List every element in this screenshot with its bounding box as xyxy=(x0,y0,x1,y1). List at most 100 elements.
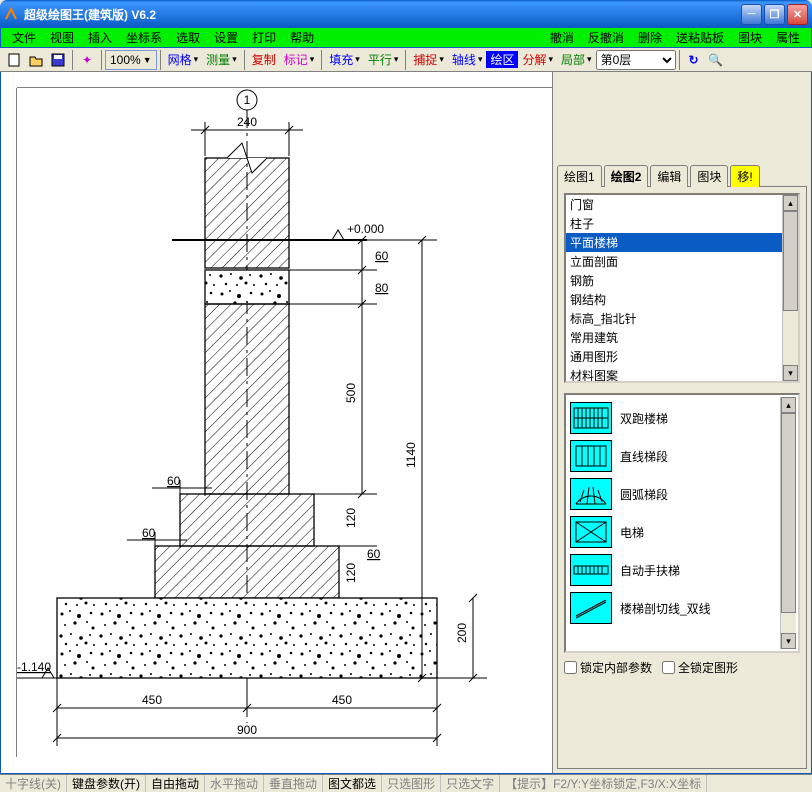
category-item[interactable]: 通用图形 xyxy=(566,347,798,366)
scroll-thumb[interactable] xyxy=(783,211,798,311)
tool-item[interactable]: 楼梯剖切线_双线 xyxy=(568,589,780,627)
svg-text:450: 450 xyxy=(142,693,162,707)
tool-item[interactable]: 电梯 xyxy=(568,513,780,551)
svg-text:60: 60 xyxy=(375,249,389,263)
scroll-down-icon[interactable]: ▾ xyxy=(781,633,796,649)
measure-dropdown[interactable]: 测量▾ xyxy=(202,50,241,70)
app-icon xyxy=(4,7,18,21)
grid-dropdown[interactable]: 网格▾ xyxy=(164,50,203,70)
scroll-thumb[interactable] xyxy=(781,413,796,613)
category-item[interactable]: 立面剖面 xyxy=(566,252,798,271)
mark-dropdown[interactable]: 标记▾ xyxy=(280,50,319,70)
refresh-icon[interactable]: ↻ xyxy=(685,51,703,69)
titlebar: 超级绘图王(建筑版) V6.2 ─ ❐ ✕ xyxy=(0,0,812,28)
tool-palette: 双跑楼梯直线梯段圆弧梯段电梯自动手扶梯楼梯剖切线_双线 ▴ ▾ xyxy=(564,393,800,653)
tool-item[interactable]: 自动手扶梯 xyxy=(568,551,780,589)
status-item[interactable]: 键盘参数(开) xyxy=(67,775,146,792)
svg-text:240: 240 xyxy=(237,115,257,129)
menu-select[interactable]: 选取 xyxy=(169,29,207,46)
copy-btn[interactable]: 复制 xyxy=(248,51,280,68)
svg-text:60: 60 xyxy=(142,526,156,540)
zoom-dropdown[interactable]: 100%▼ xyxy=(105,50,157,70)
tool-item[interactable]: 直线梯段 xyxy=(568,437,780,475)
parallel-dropdown[interactable]: 平行▾ xyxy=(364,50,403,70)
menu-block[interactable]: 图块 xyxy=(731,29,769,46)
category-item[interactable]: 材料图案 xyxy=(566,366,798,383)
lock-all-checkbox[interactable]: 全锁定图形 xyxy=(662,659,738,676)
close-button[interactable]: ✕ xyxy=(787,4,808,25)
tool-scrollbar[interactable]: ▴ ▾ xyxy=(780,397,796,649)
status-item[interactable]: 图文都选 xyxy=(323,775,382,792)
tool-item[interactable]: 圆弧梯段 xyxy=(568,475,780,513)
category-item[interactable]: 常用建筑 xyxy=(566,328,798,347)
partial-dropdown[interactable]: 局部▾ xyxy=(557,50,596,70)
category-item[interactable]: 柱子 xyxy=(566,214,798,233)
svg-text:120: 120 xyxy=(344,508,358,528)
search-icon[interactable]: 🔍 xyxy=(707,51,725,69)
tool-label: 自动手扶梯 xyxy=(620,562,680,579)
category-item[interactable]: 钢结构 xyxy=(566,290,798,309)
right-panel: 绘图1 绘图2 编辑 图块 移! 门窗柱子平面楼梯立面剖面钢筋钢结构标高_指北针… xyxy=(553,72,811,773)
status-item[interactable]: 十字线(关) xyxy=(0,775,67,792)
category-item[interactable]: 平面楼梯 xyxy=(566,233,798,252)
status-item[interactable]: 水平拖动 xyxy=(205,775,264,792)
snap-dropdown[interactable]: 捕捉▾ xyxy=(409,50,448,70)
menu-settings[interactable]: 设置 xyxy=(207,29,245,46)
tool-label: 电梯 xyxy=(620,524,644,541)
list-scrollbar[interactable]: ▴ ▾ xyxy=(782,195,798,381)
status-item[interactable]: 垂直拖动 xyxy=(264,775,323,792)
category-list[interactable]: 门窗柱子平面楼梯立面剖面钢筋钢结构标高_指北针常用建筑通用图形材料图案厨卫设施施… xyxy=(564,193,800,383)
status-item[interactable]: 【提示】F2/Y:Y坐标锁定,F3/X:X坐标 xyxy=(500,775,707,792)
fill-dropdown[interactable]: 填充▾ xyxy=(325,50,364,70)
menu-delete[interactable]: 删除 xyxy=(631,29,669,46)
svg-text:1: 1 xyxy=(244,93,251,107)
toolbar: ✦ 100%▼ 网格▾ 测量▾ 复制 标记▾ 填充▾ 平行▾ 捕捉▾ 轴线▾ 绘… xyxy=(0,48,812,72)
scroll-up-icon[interactable]: ▴ xyxy=(783,195,798,211)
tool-label: 圆弧梯段 xyxy=(620,486,668,503)
scroll-down-icon[interactable]: ▾ xyxy=(783,365,798,381)
menu-help[interactable]: 帮助 xyxy=(283,29,321,46)
layer-select[interactable]: 第0层 xyxy=(596,50,676,70)
stair-cut-icon xyxy=(570,592,612,624)
ruler-v xyxy=(1,88,17,757)
save-icon[interactable] xyxy=(49,51,67,69)
minimize-button[interactable]: ─ xyxy=(741,4,762,25)
decompose-dropdown[interactable]: 分解▾ xyxy=(518,50,557,70)
canvas-area[interactable]: 1 240 xyxy=(1,72,553,773)
panel-tabs: 绘图1 绘图2 编辑 图块 移! xyxy=(557,164,807,186)
category-item[interactable]: 门窗 xyxy=(566,195,798,214)
svg-text:1140: 1140 xyxy=(404,442,418,468)
tab-shift[interactable]: 移! xyxy=(730,165,759,187)
svg-text:500: 500 xyxy=(344,383,358,403)
category-item[interactable]: 钢筋 xyxy=(566,271,798,290)
open-icon[interactable] xyxy=(27,51,45,69)
menu-attr[interactable]: 属性 xyxy=(769,29,807,46)
status-item[interactable]: 自由拖动 xyxy=(146,775,205,792)
tab-draw2[interactable]: 绘图2 xyxy=(604,165,649,187)
menu-redo[interactable]: 反撤消 xyxy=(581,29,631,46)
menu-undo[interactable]: 撤消 xyxy=(543,29,581,46)
menu-clipboard[interactable]: 送粘贴板 xyxy=(669,29,731,46)
tool-item[interactable]: 双跑楼梯 xyxy=(568,399,780,437)
scroll-up-icon[interactable]: ▴ xyxy=(781,397,796,413)
drawarea-btn[interactable]: 绘区 xyxy=(486,51,518,68)
lock-internal-checkbox[interactable]: 锁定内部参数 xyxy=(564,659,652,676)
menu-insert[interactable]: 插入 xyxy=(81,29,119,46)
maximize-button[interactable]: ❐ xyxy=(764,4,785,25)
menu-print[interactable]: 打印 xyxy=(245,29,283,46)
stair-arc-icon xyxy=(570,478,612,510)
tab-edit[interactable]: 编辑 xyxy=(650,165,688,187)
magic-icon[interactable]: ✦ xyxy=(78,51,96,69)
tab-draw1[interactable]: 绘图1 xyxy=(557,165,602,187)
tab-block[interactable]: 图块 xyxy=(690,165,728,187)
axis-dropdown[interactable]: 轴线▾ xyxy=(448,50,487,70)
category-item[interactable]: 标高_指北针 xyxy=(566,309,798,328)
statusbar: 十字线(关)键盘参数(开)自由拖动水平拖动垂直拖动图文都选只选图形只选文字【提示… xyxy=(0,774,812,792)
menu-view[interactable]: 视图 xyxy=(43,29,81,46)
new-icon[interactable] xyxy=(5,51,23,69)
menu-file[interactable]: 文件 xyxy=(5,29,43,46)
menu-coords[interactable]: 坐标系 xyxy=(119,29,169,46)
svg-text:200: 200 xyxy=(455,623,469,643)
status-item[interactable]: 只选图形 xyxy=(382,775,441,792)
status-item[interactable]: 只选文字 xyxy=(441,775,500,792)
